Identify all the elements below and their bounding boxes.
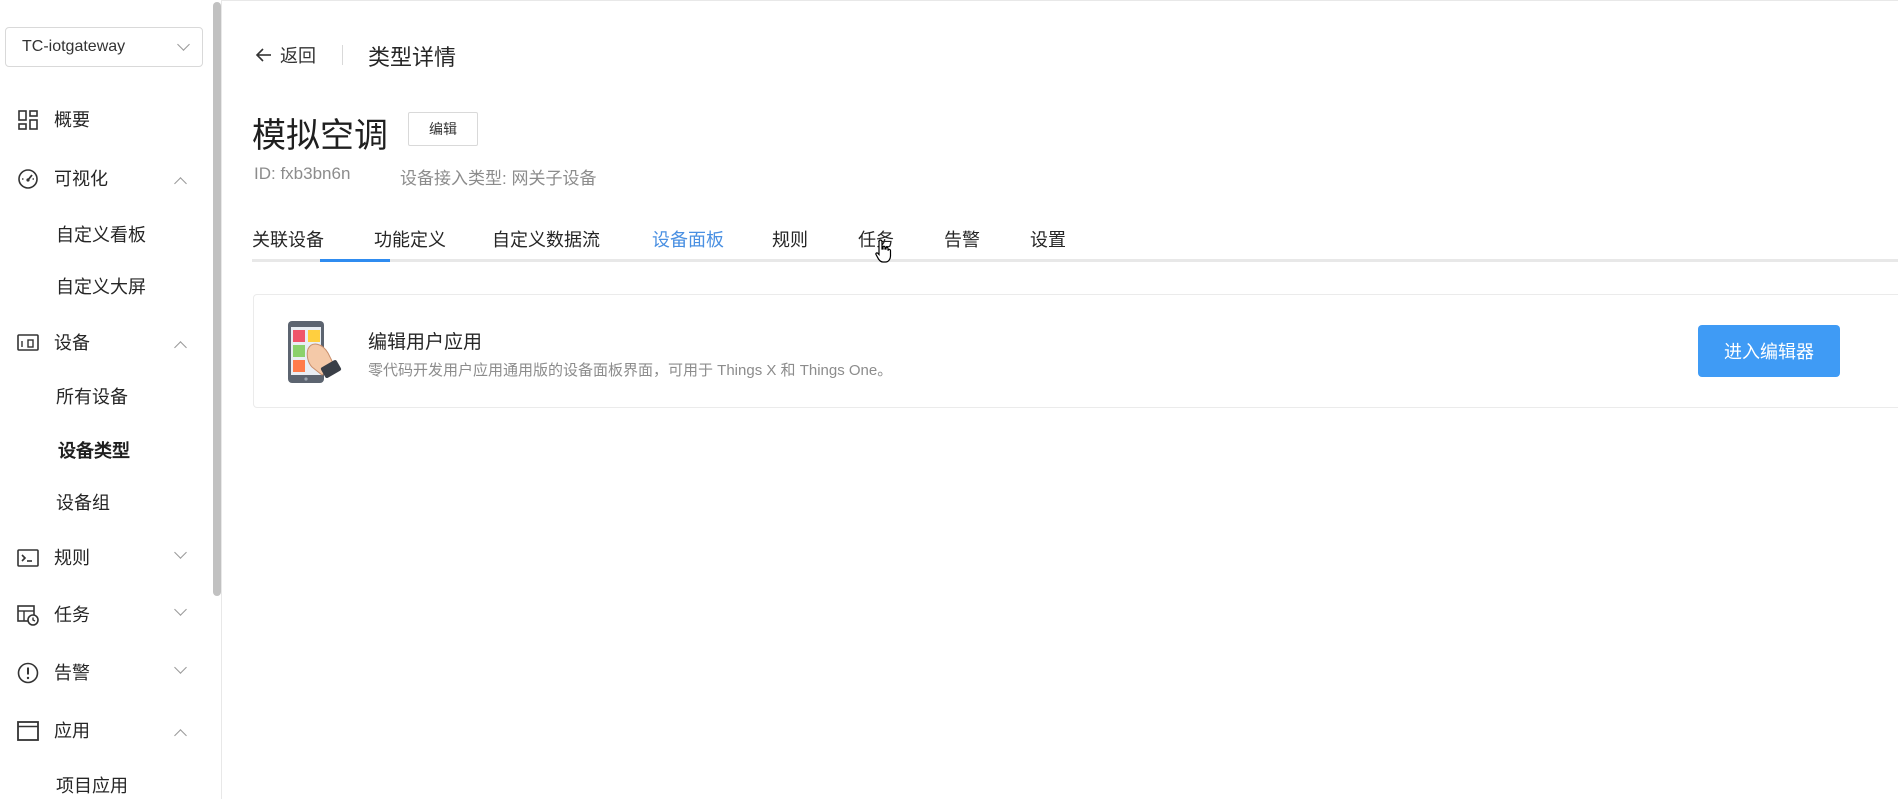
sidebar-item-label: 规则 [54,548,90,568]
sidebar-item-label: 任务 [54,605,90,625]
enter-editor-button[interactable]: 进入编辑器 [1698,325,1840,377]
edit-button[interactable]: 编辑 [408,112,478,146]
gauge-icon [18,169,38,189]
sidebar-subitem-device-groups[interactable]: 设备组 [56,488,110,518]
sidebar-item-alerts[interactable]: 告警 [0,650,212,694]
sidebar-item-label: 概要 [54,110,90,130]
sidebar-item-devices[interactable]: 设备 [0,320,212,364]
chevron-up-icon [174,341,187,354]
sidebar-item-apps[interactable]: 应用 [0,708,212,752]
window-icon [17,721,39,741]
device-icon [17,334,39,351]
back-label: 返回 [280,46,316,66]
back-button[interactable]: 返回 [254,42,316,68]
chevron-up-icon [174,177,187,190]
chevron-down-icon [174,603,187,616]
sidebar-item-visualization[interactable]: 可视化 [0,156,212,200]
chevron-down-icon [174,546,187,559]
project-select-value: TC-iotgateway [22,38,126,55]
device-access-type: 设备接入类型: 网关子设备 [400,169,597,188]
tab-bar: 关联设备 功能定义 自定义数据流 设备面板 规则 任务 告警 设置 [252,216,1898,262]
alert-circle-icon [17,662,39,684]
sidebar-subitem-project-apps[interactable]: 项目应用 [56,771,128,801]
app-edit-illustration [288,321,342,383]
main-content: 返回 类型详情 模拟空调 编辑 ID: fxb3bn6n 设备接入类型: 网关子… [222,0,1898,799]
sidebar-subitem-custom-dashboard[interactable]: 自定义看板 [56,220,146,250]
user-app-card: 编辑用户应用 零代码开发用户应用通用版的设备面板界面，可用于 Things X … [253,294,1898,408]
card-title: 编辑用户应用 [368,332,483,353]
terminal-icon [17,549,39,567]
tab-rules[interactable]: 规则 [772,226,808,252]
page-title: 类型详情 [368,45,457,70]
sidebar-subitem-device-types[interactable]: 设备类型 [58,436,130,466]
task-clock-icon [17,605,39,626]
chevron-down-icon [174,661,187,674]
tab-device-panel[interactable]: 设备面板 [652,226,724,252]
device-type-id: ID: fxb3bn6n [254,164,351,183]
tab-ink-bar [320,259,390,262]
header-divider [342,45,343,65]
dashboard-grid-icon [18,110,38,130]
top-border [222,0,1898,1]
tab-associated-devices[interactable]: 关联设备 [252,226,324,252]
sidebar-subitem-all-devices[interactable]: 所有设备 [56,382,128,412]
chevron-down-icon [177,38,190,51]
sidebar-item-label: 设备 [54,333,90,353]
pointer-cursor-icon [875,239,892,263]
card-description: 零代码开发用户应用通用版的设备面板界面，可用于 Things X 和 Thing… [368,362,893,379]
sidebar-item-label: 告警 [54,663,90,683]
tab-custom-data-stream[interactable]: 自定义数据流 [492,226,600,252]
sidebar-item-rules[interactable]: 规则 [0,535,212,579]
device-type-name: 模拟空调 [252,117,388,155]
arrow-left-icon [255,48,271,62]
sidebar-subitem-custom-screen[interactable]: 自定义大屏 [56,272,146,302]
tab-settings[interactable]: 设置 [1030,226,1066,252]
tab-alerts[interactable]: 告警 [944,226,980,252]
chevron-up-icon [174,729,187,742]
sidebar-scrollbar[interactable] [213,2,221,596]
sidebar: TC-iotgateway 概要 可视化 自定义看板 自定义大屏 设备 所有设备… [0,0,222,799]
sidebar-item-overview[interactable]: 概要 [0,97,212,141]
project-select[interactable]: TC-iotgateway [5,27,203,67]
sidebar-item-label: 可视化 [54,169,108,189]
sidebar-item-tasks[interactable]: 任务 [0,592,212,636]
tab-function-definition[interactable]: 功能定义 [374,226,446,252]
sidebar-item-label: 应用 [54,721,90,741]
